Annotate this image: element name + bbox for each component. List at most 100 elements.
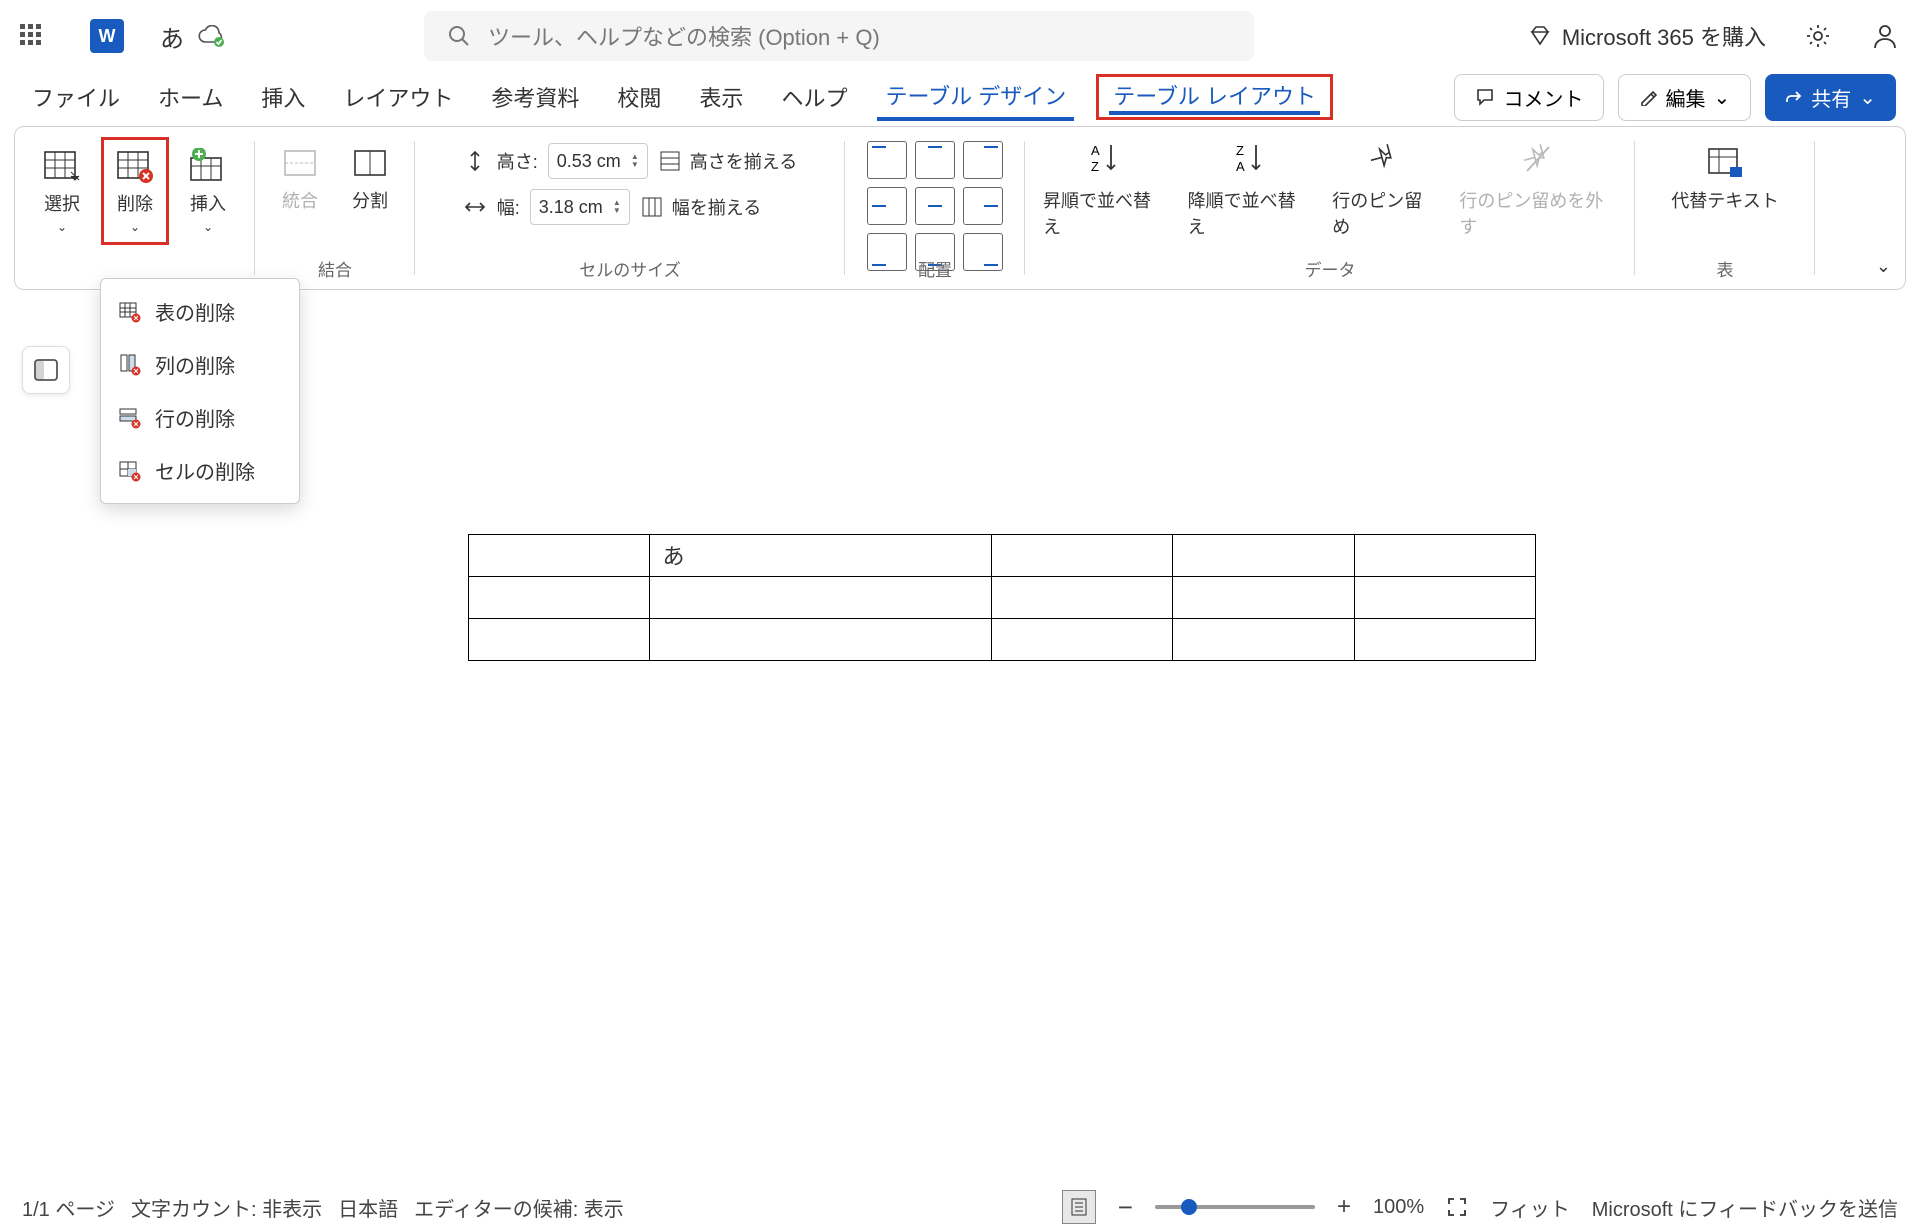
alt-group-label: 表 (1635, 256, 1815, 281)
document-page: あ (264, 300, 1740, 1175)
pin-row-button[interactable]: 行のピン留め (1332, 141, 1437, 239)
zoom-level[interactable]: 100% (1373, 1196, 1424, 1219)
delete-table-item[interactable]: 表の削除 (101, 285, 299, 338)
tab-home[interactable]: ホーム (150, 75, 231, 119)
table-row[interactable] (469, 577, 1536, 619)
app-launcher-icon[interactable] (20, 24, 44, 48)
col-width-icon (463, 195, 487, 219)
svg-text:A: A (1236, 159, 1245, 174)
delete-table-label: 表の削除 (155, 297, 235, 326)
split-label: 分割 (352, 187, 388, 213)
height-label: 高さ: (497, 148, 538, 174)
svg-text:Z: Z (1091, 159, 1099, 174)
cloud-sync-icon[interactable] (198, 25, 224, 47)
document-table[interactable]: あ (468, 534, 1536, 661)
align-middle-right[interactable] (963, 187, 1003, 225)
delete-label: 削除 (117, 190, 153, 216)
tab-table-design[interactable]: テーブル デザイン (877, 73, 1074, 121)
zoom-in-button[interactable]: + (1337, 1193, 1351, 1221)
delete-table-icon (116, 148, 154, 184)
select-table-icon (43, 148, 81, 184)
delete-column-label: 列の削除 (155, 350, 235, 379)
unpin-row-button: 行のピン留めを外す (1459, 141, 1617, 239)
editor-status[interactable]: エディターの候補: 表示 (414, 1193, 624, 1222)
title-bar: W あ ツール、ヘルプなどの検索 (Option + Q) Microsoft … (0, 0, 1920, 72)
share-label: 共有 (1811, 83, 1851, 112)
settings-icon[interactable] (1804, 22, 1832, 50)
alt-text-button[interactable]: 代替テキスト (1659, 137, 1790, 221)
word-count[interactable]: 文字カウント: 非表示 (131, 1193, 322, 1222)
merge-label: 統合 (282, 187, 318, 213)
pin-row-label: 行のピン留め (1332, 187, 1437, 239)
share-button[interactable]: 共有 ⌄ (1765, 74, 1896, 121)
share-icon (1785, 88, 1803, 106)
align-top-center[interactable] (915, 141, 955, 179)
split-cells-button[interactable]: 分割 (339, 137, 401, 221)
spinner-icon[interactable]: ▲▼ (613, 199, 621, 215)
align-top-left[interactable] (867, 141, 907, 179)
insert-button[interactable]: 挿入 ⌄ (177, 137, 239, 245)
sort-asc-icon: AZ (1089, 141, 1119, 175)
sort-descending-button[interactable]: ZA 降順で並べ替え (1188, 141, 1311, 239)
spinner-icon[interactable]: ▲▼ (631, 153, 639, 169)
align-middle-center[interactable] (915, 187, 955, 225)
zoom-out-button[interactable]: − (1118, 1192, 1133, 1223)
tab-help[interactable]: ヘルプ (773, 75, 855, 119)
comments-button[interactable]: コメント (1454, 74, 1604, 121)
tab-insert[interactable]: 挿入 (253, 75, 313, 119)
fit-label[interactable]: フィット (1490, 1193, 1570, 1222)
delete-column-item[interactable]: 列の削除 (101, 338, 299, 391)
tab-file[interactable]: ファイル (24, 75, 128, 119)
zoom-slider[interactable] (1155, 1205, 1315, 1209)
tab-review[interactable]: 校閲 (609, 75, 669, 119)
distribute-rows-button[interactable]: 高さを揃える (658, 148, 797, 174)
select-label: 選択 (44, 190, 80, 216)
tab-layout[interactable]: レイアウト (335, 75, 461, 119)
table-row[interactable] (469, 619, 1536, 661)
editing-label: 編集 (1665, 83, 1705, 112)
delete-row-item[interactable]: 行の削除 (101, 391, 299, 444)
search-input[interactable]: ツール、ヘルプなどの検索 (Option + Q) (424, 11, 1254, 61)
insert-label: 挿入 (190, 190, 226, 216)
comments-label: コメント (1503, 83, 1583, 112)
buy-label: Microsoft 365 を購入 (1562, 20, 1766, 52)
distribute-cols-button[interactable]: 幅を揃える (640, 194, 761, 220)
status-bar: 1/1 ページ 文字カウント: 非表示 日本語 エディターの候補: 表示 − +… (0, 1183, 1920, 1231)
delete-cell-item[interactable]: セルの削除 (101, 444, 299, 497)
tab-view[interactable]: 表示 (691, 75, 751, 119)
ribbon-expand-icon[interactable]: ⌄ (1876, 256, 1891, 277)
feedback-link[interactable]: Microsoft にフィードバックを送信 (1592, 1193, 1898, 1222)
delete-cell-icon (119, 460, 141, 482)
tab-table-layout[interactable]: テーブル レイアウト (1109, 82, 1320, 115)
data-group-label: データ (1025, 256, 1635, 281)
distribute-rows-icon (658, 149, 682, 173)
search-icon (448, 25, 470, 47)
alignment-grid (867, 137, 1003, 271)
split-icon (351, 145, 389, 181)
language-status[interactable]: 日本語 (338, 1193, 398, 1222)
reading-view-button[interactable] (1062, 1190, 1096, 1224)
row-height-input[interactable]: 0.53 cm ▲▼ (548, 143, 648, 179)
distribute-rows-label: 高さを揃える (690, 148, 797, 174)
align-top-right[interactable] (963, 141, 1003, 179)
buy-microsoft365-button[interactable]: Microsoft 365 を購入 (1528, 20, 1766, 52)
page-indicator[interactable]: 1/1 ページ (22, 1193, 115, 1222)
svg-text:A: A (1091, 143, 1100, 158)
account-icon[interactable] (1870, 21, 1900, 51)
pane-icon (33, 357, 59, 383)
word-app-icon[interactable]: W (90, 19, 124, 53)
editing-mode-button[interactable]: 編集 ⌄ (1618, 74, 1751, 121)
table-cell-content[interactable]: あ (650, 535, 991, 577)
delete-button[interactable]: 削除 ⌄ (101, 137, 169, 245)
width-label: 幅: (497, 194, 520, 220)
fit-icon[interactable] (1446, 1196, 1468, 1218)
delete-column-icon (119, 354, 141, 376)
chevron-down-icon: ⌄ (203, 220, 213, 234)
align-middle-left[interactable] (867, 187, 907, 225)
sort-ascending-button[interactable]: AZ 昇順で並べ替え (1043, 141, 1166, 239)
col-width-input[interactable]: 3.18 cm ▲▼ (530, 189, 630, 225)
table-row[interactable]: あ (469, 535, 1536, 577)
navigation-pane-toggle[interactable] (22, 346, 70, 394)
tab-references[interactable]: 参考資料 (483, 75, 587, 119)
select-button[interactable]: 選択 ⌄ (31, 137, 93, 245)
